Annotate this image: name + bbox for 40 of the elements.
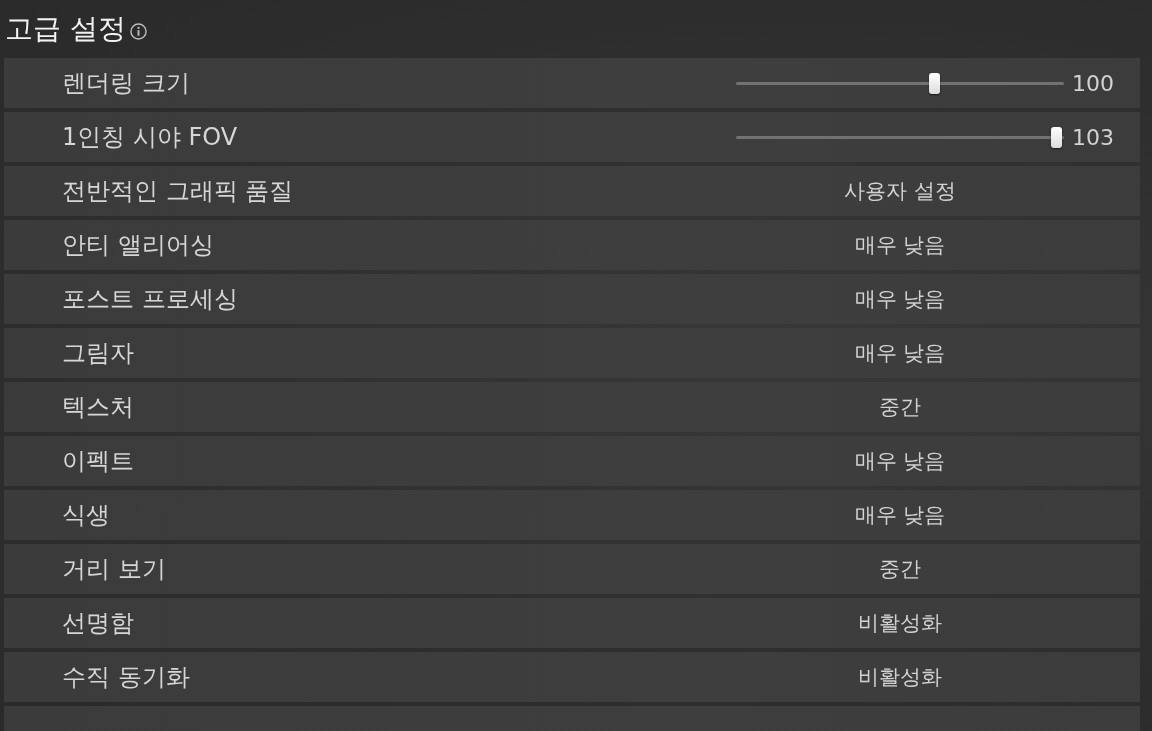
setting-value[interactable]: 사용자 설정 — [844, 177, 956, 205]
setting-label: 수직 동기화 — [62, 662, 190, 693]
slider-thumb[interactable] — [1051, 126, 1062, 148]
setting-label: 거리 보기 — [62, 554, 166, 585]
setting-label: 렌더링 크기 — [62, 68, 190, 99]
slider-value: 103 — [1072, 124, 1114, 150]
setting-row[interactable]: 선명함 비활성화 — [4, 598, 1140, 648]
setting-row[interactable]: 1인칭 시야 FOV 103 — [4, 112, 1140, 162]
setting-label: 그림자 — [62, 338, 134, 369]
info-icon[interactable] — [129, 22, 147, 40]
setting-row[interactable]: 식생 매우 낮음 — [4, 490, 1140, 540]
setting-value[interactable]: 매우 낮음 — [854, 447, 946, 475]
setting-row[interactable]: 텍스처 중간 — [4, 382, 1140, 432]
setting-value[interactable]: 중간 — [879, 393, 921, 421]
setting-label: 이펙트 — [62, 446, 134, 477]
slider-value: 100 — [1072, 70, 1114, 96]
setting-value[interactable]: 비활성화 — [858, 609, 942, 637]
setting-label: 1인칭 시야 FOV — [62, 122, 238, 153]
setting-value[interactable]: 매우 낮음 — [854, 231, 946, 259]
setting-row[interactable]: 이펙트 매우 낮음 — [4, 436, 1140, 486]
setting-row[interactable]: 수직 동기화 비활성화 — [4, 652, 1140, 702]
setting-row[interactable]: 안티 앨리어싱 매우 낮음 — [4, 220, 1140, 270]
setting-label: 전반적인 그래픽 품질 — [62, 176, 294, 207]
setting-row[interactable]: 거리 보기 중간 — [4, 544, 1140, 594]
slider-thumb[interactable] — [928, 72, 940, 94]
setting-row[interactable]: 렌더링 크기 100 — [4, 58, 1140, 108]
setting-value[interactable]: 비활성화 — [858, 663, 942, 691]
setting-value[interactable]: 매우 낮음 — [854, 285, 946, 313]
setting-label: 텍스처 — [62, 392, 134, 423]
setting-value[interactable]: 매우 낮음 — [854, 339, 946, 367]
setting-value[interactable]: 중간 — [879, 555, 921, 583]
section-title: 고급 설정 — [5, 12, 126, 46]
setting-label: 선명함 — [62, 608, 134, 639]
setting-row[interactable]: 전반적인 그래픽 품질 사용자 설정 — [4, 166, 1140, 216]
setting-row[interactable]: 포스트 프로세싱 매우 낮음 — [4, 274, 1140, 324]
setting-value[interactable]: 매우 낮음 — [854, 501, 946, 529]
setting-label: 안티 앨리어싱 — [62, 230, 214, 261]
setting-row[interactable]: 그림자 매우 낮음 — [4, 328, 1140, 378]
setting-label: 식생 — [62, 500, 110, 531]
setting-label: 포스트 프로세싱 — [62, 284, 238, 315]
